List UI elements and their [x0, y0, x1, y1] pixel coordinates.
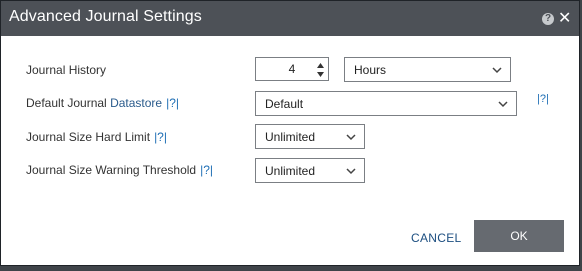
dialog-title: Advanced Journal Settings: [9, 8, 202, 25]
background-strip: [0, 266, 582, 271]
warning-threshold-select[interactable]: Unlimited: [255, 158, 365, 183]
warning-threshold-help-link[interactable]: |?|: [200, 163, 213, 177]
hard-limit-value: Unlimited: [265, 129, 316, 144]
dialog-titlebar: Advanced Journal Settings ? ✕: [1, 1, 579, 36]
default-datastore-side-help-link[interactable]: |?|: [537, 93, 549, 105]
advanced-journal-settings-dialog: Advanced Journal Settings ? ✕ Journal Hi…: [0, 0, 580, 266]
cancel-button[interactable]: CANCEL: [411, 231, 461, 245]
hard-limit-help-link[interactable]: |?|: [154, 130, 167, 144]
default-datastore-value: Default: [265, 96, 304, 111]
chevron-down-icon: [346, 133, 356, 140]
close-icon[interactable]: ✕: [558, 9, 571, 29]
ok-button[interactable]: OK: [474, 220, 564, 252]
default-datastore-label-suffix: Datastore: [110, 96, 163, 110]
spinner-arrows-icon[interactable]: [316, 61, 325, 79]
journal-history-label: Journal History: [26, 63, 107, 77]
hard-limit-label-text: Journal Size Hard Limit: [26, 130, 151, 144]
default-datastore-select[interactable]: Default: [255, 91, 517, 116]
chevron-down-icon: [346, 167, 356, 174]
default-datastore-help-link[interactable]: |?|: [166, 96, 179, 110]
chevron-down-icon: [492, 66, 502, 73]
hard-limit-select[interactable]: Unlimited: [255, 124, 365, 149]
warning-threshold-label-text: Journal Size Warning Threshold: [26, 163, 197, 177]
journal-history-unit-value: Hours: [354, 62, 387, 77]
chevron-down-icon: [498, 100, 508, 107]
hard-limit-label: Journal Size Hard Limit |?|: [26, 130, 167, 144]
default-datastore-label: Default Journal Datastore |?|: [26, 96, 179, 110]
question-circle-icon[interactable]: ?: [542, 13, 554, 25]
journal-history-unit-select[interactable]: Hours: [344, 57, 511, 82]
journal-history-stepper[interactable]: 4: [255, 57, 329, 81]
warning-threshold-label: Journal Size Warning Threshold |?|: [26, 163, 213, 177]
warning-threshold-value: Unlimited: [265, 163, 316, 178]
default-datastore-label-prefix: Default Journal: [26, 96, 107, 110]
